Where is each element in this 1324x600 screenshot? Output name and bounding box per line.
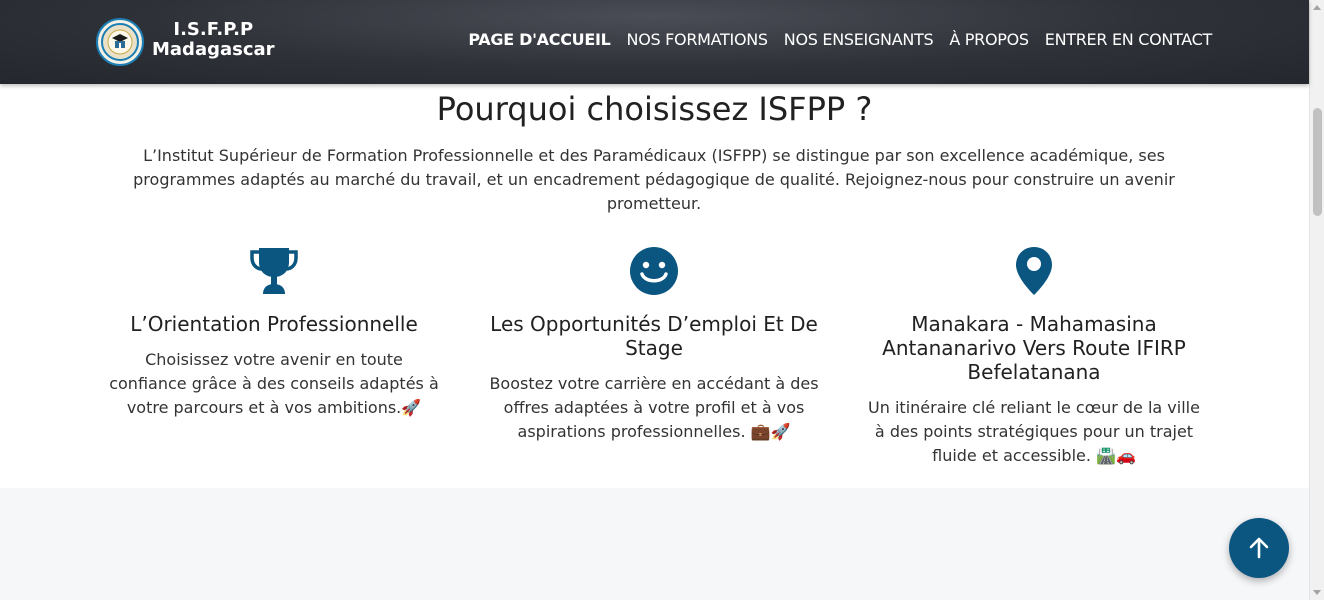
section-title: Pourquoi choisissez ISFPP ? <box>436 90 873 128</box>
brand-line-1: I.S.F.P.P <box>173 19 254 40</box>
why-choose-section: Pourquoi choisissez ISFPP ? L’Institut S… <box>0 84 1309 488</box>
feature-text: Boostez votre carrière en accédant à des… <box>489 374 819 441</box>
nav-item-accueil[interactable]: PAGE D'ACCUEIL <box>468 30 611 49</box>
scroll-down-arrow-icon[interactable] <box>1313 590 1321 595</box>
nav-item-formations[interactable]: NOS FORMATIONS <box>627 30 769 49</box>
next-section-band <box>0 488 1309 600</box>
scroll-to-top-button[interactable] <box>1229 518 1289 578</box>
main-nav: PAGE D'ACCUEIL NOS FORMATIONS NOS ENSEIG… <box>468 30 1212 49</box>
feature-orientation: L’Orientation Professionnelle Choisissez… <box>104 246 444 420</box>
trophy-icon <box>104 246 444 298</box>
scrollbar-thumb[interactable] <box>1313 108 1322 216</box>
scroll-up-arrow-icon[interactable] <box>1313 5 1321 10</box>
nav-item-contact[interactable]: ENTRER EN CONTACT <box>1045 30 1213 49</box>
brand-line-2: Madagascar <box>152 39 275 60</box>
feature-text: Un itinéraire clé reliant le cœur de la … <box>868 398 1200 465</box>
feature-opportunites: Les Opportunités D’emploi Et De Stage Bo… <box>484 246 824 444</box>
brand-name[interactable]: I.S.F.P.P Madagascar <box>152 20 275 60</box>
map-pin-icon <box>864 246 1204 298</box>
nav-item-a-propos[interactable]: À PROPOS <box>949 30 1029 49</box>
feature-title: Manakara - Mahamasina Antananarivo Vers … <box>882 312 1186 384</box>
smiley-icon <box>484 246 824 298</box>
nav-item-enseignants[interactable]: NOS ENSEIGNANTS <box>784 30 934 49</box>
logo-emblem-icon <box>101 23 139 61</box>
site-header: I.S.F.P.P Madagascar PAGE D'ACCUEIL NOS … <box>0 0 1309 84</box>
section-intro: L’Institut Supérieur de Formation Profes… <box>133 146 1175 213</box>
page-scrollbar[interactable] <box>1309 0 1324 600</box>
feature-text: Choisissez votre avenir en toute confian… <box>109 350 439 417</box>
school-logo[interactable] <box>96 18 144 66</box>
feature-title: Les Opportunités D’emploi Et De Stage <box>490 312 818 360</box>
arrow-up-icon <box>1249 537 1269 559</box>
feature-title: L’Orientation Professionnelle <box>130 312 418 336</box>
feature-location: Manakara - Mahamasina Antananarivo Vers … <box>864 246 1204 468</box>
